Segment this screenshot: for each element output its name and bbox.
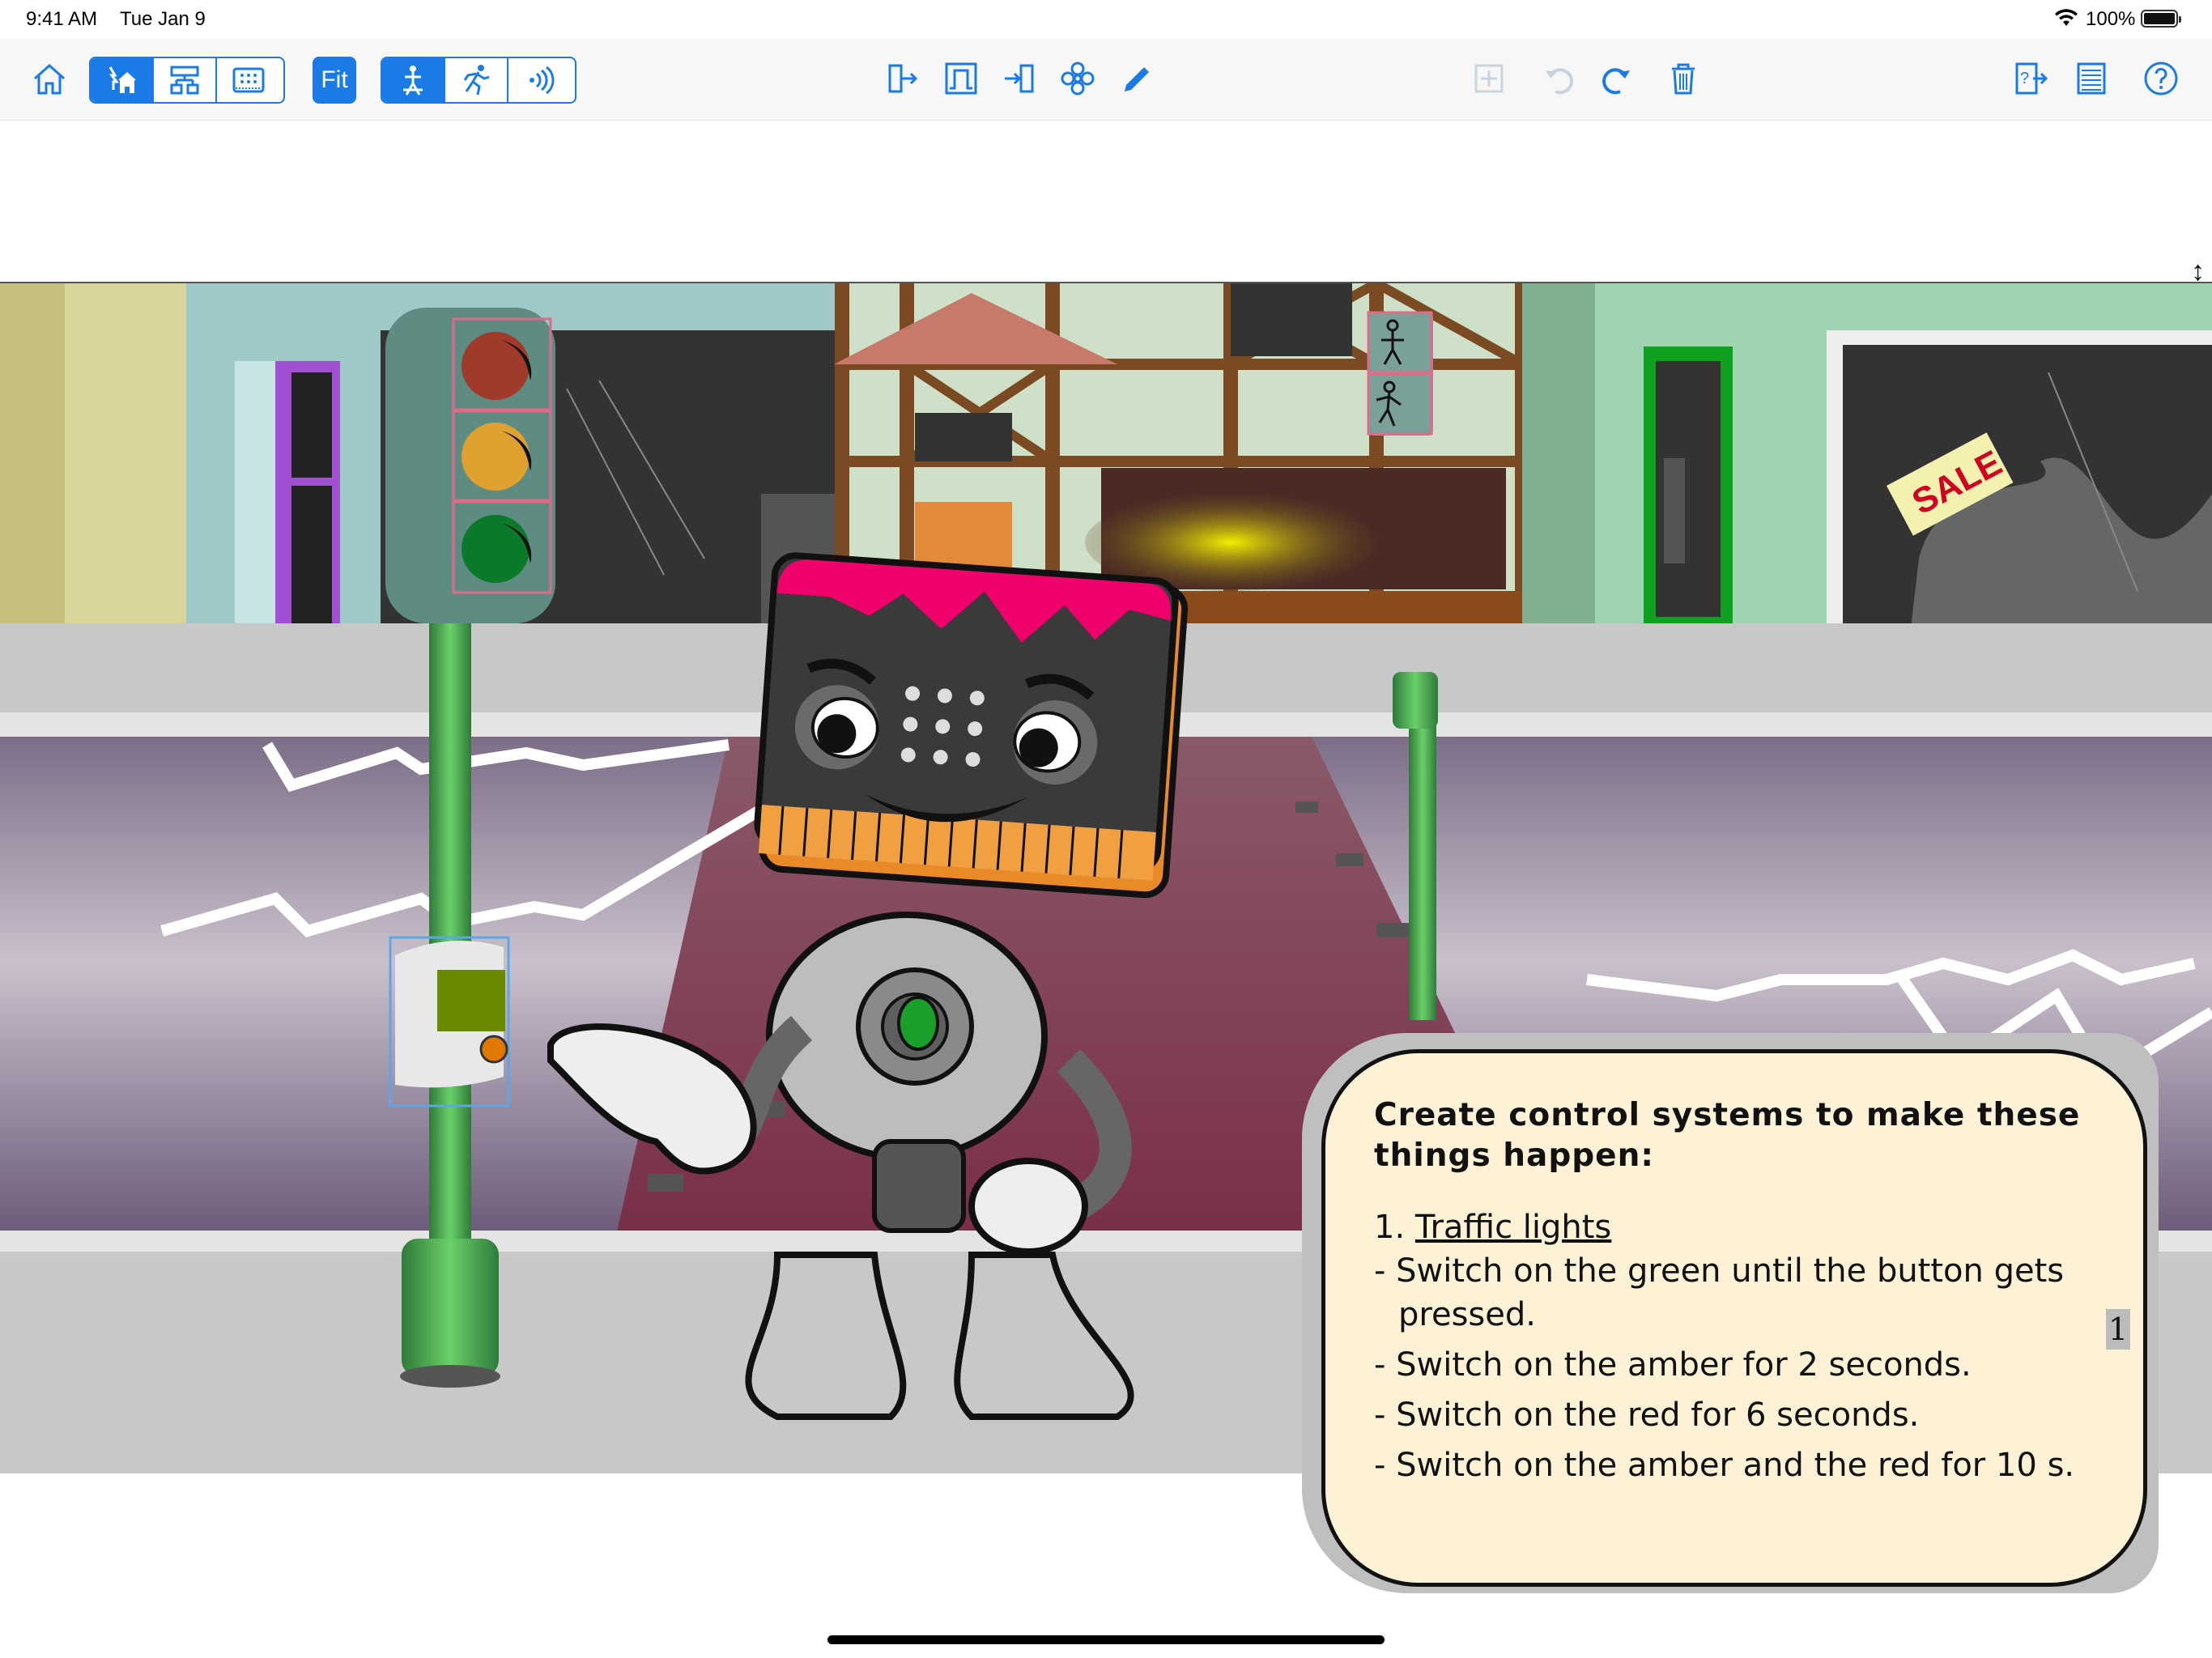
toolbar: Fit ? bbox=[0, 39, 2212, 121]
trash-icon[interactable] bbox=[1660, 55, 1707, 102]
run-button[interactable] bbox=[445, 58, 508, 102]
instruction-line: - Switch on the amber and the red for 10… bbox=[1374, 1447, 2075, 1484]
card-section-title: 1. Traffic lights bbox=[1374, 1205, 2095, 1249]
battery-icon bbox=[2141, 10, 2181, 28]
green-light bbox=[462, 515, 530, 583]
help-icon[interactable] bbox=[2138, 55, 2184, 102]
help-link-icon[interactable]: ? bbox=[2008, 55, 2055, 102]
input-icon[interactable] bbox=[996, 55, 1043, 102]
status-bar: 9:41 AM Tue Jan 9 100% bbox=[0, 0, 2212, 39]
mode-segment bbox=[381, 57, 576, 104]
undo-icon[interactable] bbox=[1535, 55, 1582, 102]
view-segment bbox=[89, 57, 285, 104]
home-indicator[interactable] bbox=[827, 1635, 1385, 1644]
broadcast-icon bbox=[530, 66, 555, 95]
svg-text:?: ? bbox=[2020, 70, 2029, 87]
run-icon bbox=[463, 65, 490, 96]
microbit-icon bbox=[232, 67, 265, 93]
microbit-button[interactable] bbox=[217, 58, 280, 102]
wifi-icon bbox=[2055, 9, 2078, 26]
status-date: Tue Jan 9 bbox=[120, 8, 206, 30]
card-heading: Create control systems to make these thi… bbox=[1374, 1097, 2081, 1174]
pulse-icon[interactable] bbox=[938, 55, 985, 102]
redo-icon[interactable] bbox=[1593, 55, 1640, 102]
instruction-line: - Switch on the red for 6 seconds. bbox=[1374, 1397, 1920, 1434]
add-block-icon[interactable] bbox=[1465, 55, 1512, 102]
list-icon[interactable] bbox=[2068, 55, 2115, 102]
battery-percent: 100% bbox=[2086, 8, 2136, 30]
level-scene-button[interactable] bbox=[91, 58, 154, 102]
crossing-button bbox=[479, 1035, 508, 1064]
traffic-light-pole bbox=[429, 607, 471, 1239]
section-number: 1. bbox=[1374, 1209, 1406, 1246]
instruction-line: - Switch on the green until the button g… bbox=[1374, 1252, 2065, 1333]
broadcast-button[interactable] bbox=[508, 58, 572, 102]
home-icon[interactable] bbox=[26, 55, 73, 102]
red-light bbox=[462, 332, 530, 400]
instruction-card: Create control systems to make these thi… bbox=[1321, 1049, 2147, 1587]
flowchart-icon bbox=[170, 66, 199, 95]
simulate-button[interactable] bbox=[382, 58, 445, 102]
simulate-icon bbox=[403, 66, 423, 96]
instruction-line: - Switch on the amber for 2 seconds. bbox=[1374, 1346, 1972, 1384]
sub-procedure-icon[interactable] bbox=[1054, 55, 1101, 102]
fit-button[interactable]: Fit bbox=[313, 57, 356, 104]
status-time: 9:41 AM bbox=[26, 8, 98, 30]
pencil-icon[interactable] bbox=[1112, 55, 1159, 102]
amber-light bbox=[462, 423, 530, 491]
section-title: Traffic lights bbox=[1414, 1209, 1612, 1246]
output-icon[interactable] bbox=[879, 55, 926, 102]
page-indicator[interactable]: 1 bbox=[2106, 1309, 2130, 1350]
flowchart-button[interactable] bbox=[154, 58, 217, 102]
level-scene-icon bbox=[108, 66, 136, 93]
